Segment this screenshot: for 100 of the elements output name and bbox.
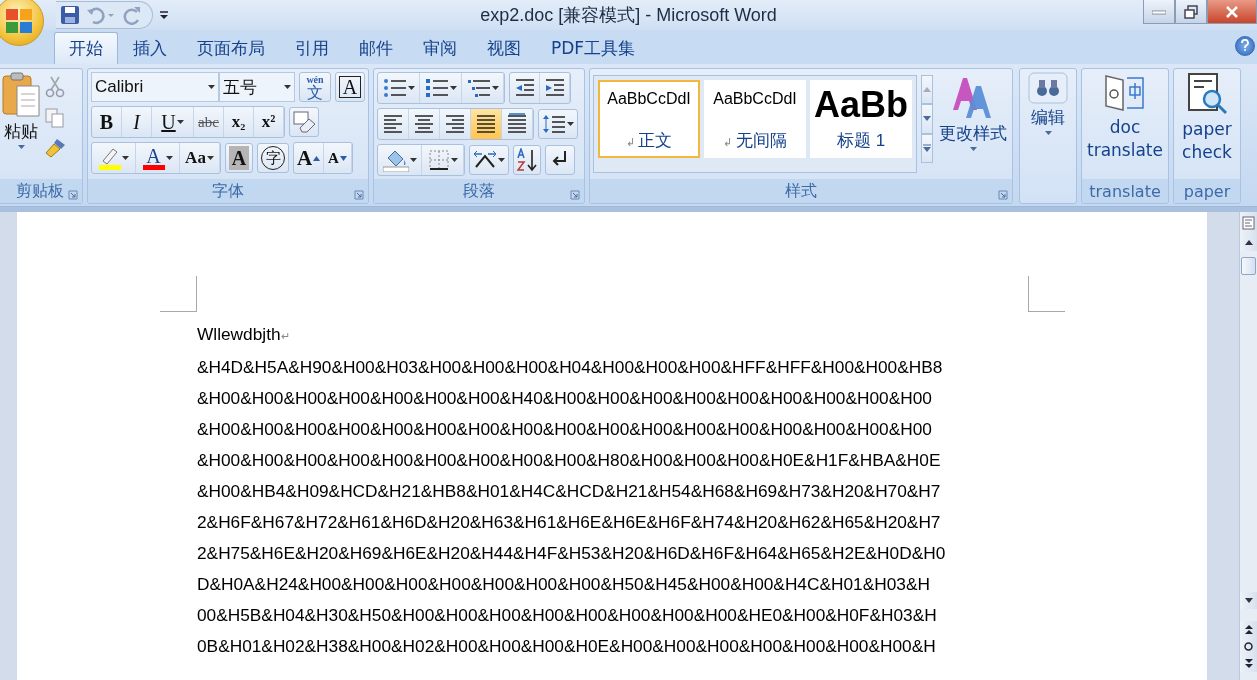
scroll-up-button[interactable] bbox=[1240, 234, 1257, 251]
style-name: ↲ 正文 bbox=[625, 130, 673, 152]
paste-button[interactable]: 粘贴 bbox=[1, 72, 41, 179]
style-option[interactable]: AaBbCcDdI ↲ 无间隔 bbox=[704, 80, 806, 158]
align-justify-icon bbox=[475, 113, 497, 135]
dialog-launcher-icon[interactable] bbox=[570, 190, 580, 200]
bold-button[interactable]: B bbox=[92, 107, 122, 137]
subscript-button[interactable]: x₂ bbox=[224, 107, 254, 137]
doc-translate-button[interactable]: doc translate bbox=[1082, 72, 1168, 179]
phonetic-guide-button[interactable]: wén 文 bbox=[299, 72, 331, 102]
dialog-launcher-icon[interactable] bbox=[68, 190, 78, 200]
caret-icon bbox=[407, 86, 415, 90]
down-triangle-icon bbox=[339, 155, 347, 161]
font-color-button[interactable]: A bbox=[136, 143, 180, 173]
document-search-icon bbox=[1185, 72, 1229, 116]
circle-icon bbox=[1244, 642, 1253, 651]
align-justify-button[interactable] bbox=[471, 109, 502, 139]
increase-indent-icon bbox=[543, 78, 566, 98]
scroll-thumb[interactable] bbox=[1241, 257, 1256, 275]
font-name-field[interactable]: Calibri bbox=[91, 72, 219, 102]
ribbon-tab[interactable]: 邮件 bbox=[344, 32, 408, 64]
caret-icon bbox=[491, 86, 499, 90]
caret-icon bbox=[17, 145, 25, 149]
ribbon-tab[interactable]: PDF工具集 bbox=[536, 32, 651, 64]
clear-formatting-button[interactable] bbox=[289, 107, 319, 137]
caret-icon bbox=[165, 156, 173, 160]
ribbon-tab[interactable]: 插入 bbox=[118, 32, 182, 64]
up-triangle-icon bbox=[313, 155, 321, 161]
help-button[interactable] bbox=[1235, 36, 1255, 56]
expand-icon bbox=[923, 144, 931, 153]
align-distributed-icon bbox=[506, 113, 528, 135]
change-case-button[interactable]: Aa bbox=[180, 143, 220, 173]
minimize-icon bbox=[1152, 8, 1166, 15]
highlighter-icon bbox=[98, 146, 121, 170]
group-label: 字体 bbox=[88, 179, 368, 203]
binoculars-icon bbox=[1028, 72, 1068, 104]
chinese-layout-icon bbox=[473, 150, 497, 170]
document-line: &H00&H00&H00&H00&H00&H00&H00&H00&H00&H00&H00&H00&H00&H00&H00&H00&H00 bbox=[197, 418, 933, 441]
dialog-launcher-icon[interactable] bbox=[998, 190, 1008, 200]
scroll-down-button[interactable] bbox=[921, 104, 933, 134]
more-styles-button[interactable] bbox=[921, 133, 933, 163]
dialog-launcher-icon[interactable] bbox=[354, 190, 364, 200]
caret-icon bbox=[450, 158, 458, 162]
close-button[interactable] bbox=[1207, 0, 1257, 24]
ribbon-tab[interactable]: 页面布局 bbox=[182, 32, 280, 64]
underline-button[interactable]: U bbox=[152, 107, 194, 137]
next-page-button[interactable] bbox=[1240, 655, 1257, 672]
caret-icon bbox=[1044, 131, 1052, 135]
paper-check-button[interactable]: paper check bbox=[1174, 72, 1240, 179]
font-size-field[interactable]: 五号 bbox=[219, 72, 295, 102]
enclose-characters-button[interactable]: 字 bbox=[257, 143, 289, 173]
superscript-button[interactable]: x² bbox=[254, 107, 284, 137]
paragraph-mark: ↲ bbox=[723, 136, 734, 148]
maximize-button[interactable] bbox=[1175, 0, 1207, 24]
style-preview: AaBbCcDdI bbox=[713, 90, 797, 108]
line-spacing-button[interactable] bbox=[538, 109, 578, 139]
caret-icon bbox=[409, 158, 417, 162]
format-painter-icon[interactable] bbox=[45, 138, 67, 158]
align-left-icon bbox=[382, 113, 404, 135]
down-arrow-icon bbox=[923, 116, 931, 122]
change-styles-button[interactable]: 更改样式 bbox=[937, 72, 1009, 179]
document-line: 2&H75&H6E&H20&H69&H6E&H20&H44&H4F&H53&H20&H6D&H6F&H64&H65&H2E&H0D&H0 bbox=[197, 542, 947, 565]
help-icon bbox=[1240, 38, 1250, 51]
sort-button[interactable] bbox=[513, 145, 541, 175]
document-line: &H00&HB4&H09&HCD&H21&HB8&H01&H4C&HCD&H21&H54&H68&H69&H73&H20&H70&H7 bbox=[197, 480, 942, 503]
scroll-down-button[interactable] bbox=[1240, 592, 1257, 609]
character-shading-button[interactable]: A bbox=[225, 143, 253, 173]
previous-page-button[interactable] bbox=[1240, 621, 1257, 638]
ribbon-tab[interactable]: 引用 bbox=[280, 32, 344, 64]
sort-icon bbox=[516, 148, 538, 172]
caret-icon bbox=[449, 86, 457, 90]
grow-font-button[interactable]: A bbox=[294, 143, 324, 173]
close-icon bbox=[1225, 5, 1239, 18]
group-label: paper bbox=[1174, 179, 1240, 203]
style-name: ↲ 无间隔 bbox=[723, 130, 787, 152]
shrink-font-button[interactable]: A bbox=[324, 143, 352, 173]
style-preview: AaBbCcDdI bbox=[607, 90, 691, 108]
show-marks-button[interactable] bbox=[545, 145, 575, 175]
group-label: 段落 bbox=[374, 179, 584, 203]
style-option[interactable]: AaBb 标题 1 bbox=[810, 80, 912, 158]
save-icon[interactable] bbox=[60, 5, 80, 25]
style-option[interactable]: AaBbCcDdI ↲ 正文 bbox=[598, 80, 700, 158]
window-title: exp2.doc [兼容模式] - Microsoft Word bbox=[480, 4, 777, 27]
caret-icon bbox=[498, 158, 505, 162]
align-right-icon bbox=[444, 113, 466, 135]
chinese-layout-button[interactable] bbox=[469, 145, 509, 175]
document-line: &H00&H00&H00&H00&H00&H00&H00&H40&H00&H00&H00&H00&H00&H00&H00&H00&H00 bbox=[197, 387, 933, 410]
ribbon-tab[interactable]: 审阅 bbox=[408, 32, 472, 64]
customize-toolbar-icon[interactable] bbox=[159, 10, 169, 20]
double-up-icon bbox=[1244, 625, 1253, 634]
style-preview: AaBb bbox=[814, 87, 908, 123]
italic-button[interactable]: I bbox=[122, 107, 152, 137]
ribbon-tab[interactable]: 开始 bbox=[54, 32, 118, 64]
decrease-indent-icon bbox=[513, 78, 536, 98]
strike-button[interactable]: abc bbox=[194, 107, 224, 137]
ribbon-tab[interactable]: 视图 bbox=[472, 32, 536, 64]
caret-icon bbox=[208, 85, 215, 89]
numbered-list-icon bbox=[424, 78, 449, 98]
document-line: 0B&H01&H02&H38&H00&H02&H00&H00&H00&H0E&H00&H00&H00&H00&H00&H00&H00&H bbox=[197, 635, 937, 658]
character-border-button[interactable]: A bbox=[335, 72, 365, 102]
